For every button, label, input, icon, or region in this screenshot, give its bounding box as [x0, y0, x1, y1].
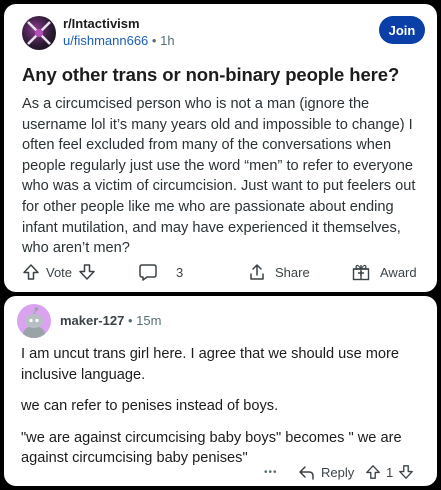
post-title[interactable]: Any other trans or non-binary people her…: [22, 64, 422, 86]
post-body: As a circumcised person who is not a man…: [22, 96, 416, 257]
meta-separator: •: [151, 33, 157, 48]
post-meta: u/fishmann666 • 1h: [63, 33, 175, 48]
comment-meta: maker-127 • 15m: [60, 313, 161, 328]
comment-body: I am uncut trans girl here. I agree that…: [21, 344, 426, 480]
vote-label: Vote: [46, 264, 73, 280]
post-action-bar: Vote 3 Share Award: [4, 260, 437, 284]
share-icon: [250, 264, 264, 280]
award-icon: [352, 264, 370, 281]
reply-label: Reply: [321, 464, 355, 480]
vote-control: Vote: [22, 260, 96, 284]
comment-author[interactable]: maker-127: [60, 313, 124, 328]
comment-paragraph: I am uncut trans girl here. I agree that…: [21, 346, 400, 383]
award-button[interactable]: Award: [351, 260, 417, 284]
comment-bubble-icon: [139, 264, 157, 281]
more-options-button[interactable]: •••: [264, 462, 278, 482]
post-author[interactable]: u/fishmann666: [63, 33, 148, 48]
comment-action-bar: ••• Reply 1: [4, 462, 437, 482]
post-card: r/Intactivism u/fishmann666 • 1h Join An…: [4, 4, 437, 292]
subreddit-name[interactable]: r/Intactivism: [63, 16, 140, 31]
downvote-icon: [79, 264, 95, 280]
comment-score: 1: [386, 464, 394, 480]
downvote-button[interactable]: [78, 263, 96, 281]
more-icon: •••: [264, 466, 278, 478]
upvote-button[interactable]: [22, 263, 40, 281]
comment-age: 15m: [136, 313, 162, 328]
reply-icon: [299, 465, 314, 480]
subreddit-avatar[interactable]: [22, 16, 56, 50]
comment-paragraph: we can refer to penises instead of boys.: [21, 398, 279, 415]
downvote-button[interactable]: [398, 464, 414, 480]
comment-card: maker-127 • 15m I am uncut trans girl he…: [4, 296, 437, 486]
meta-separator: •: [127, 313, 133, 328]
post-age: 1h: [160, 33, 175, 48]
upvote-icon: [366, 465, 380, 479]
snoo-avatar-icon: [23, 307, 45, 338]
join-button[interactable]: Join: [379, 16, 425, 44]
share-label: Share: [275, 264, 310, 280]
comment-count: 3: [176, 264, 184, 280]
comment-avatar[interactable]: [17, 304, 51, 338]
subreddit-logo-icon: [27, 21, 51, 45]
reply-button[interactable]: Reply: [298, 462, 354, 482]
comments-button[interactable]: 3: [138, 260, 183, 284]
upvote-button[interactable]: [365, 464, 381, 480]
award-label: Award: [380, 264, 417, 280]
comment-vote-control: 1: [365, 462, 414, 482]
share-button[interactable]: Share: [248, 260, 310, 284]
upvote-icon: [23, 264, 39, 280]
downvote-icon: [399, 465, 414, 479]
